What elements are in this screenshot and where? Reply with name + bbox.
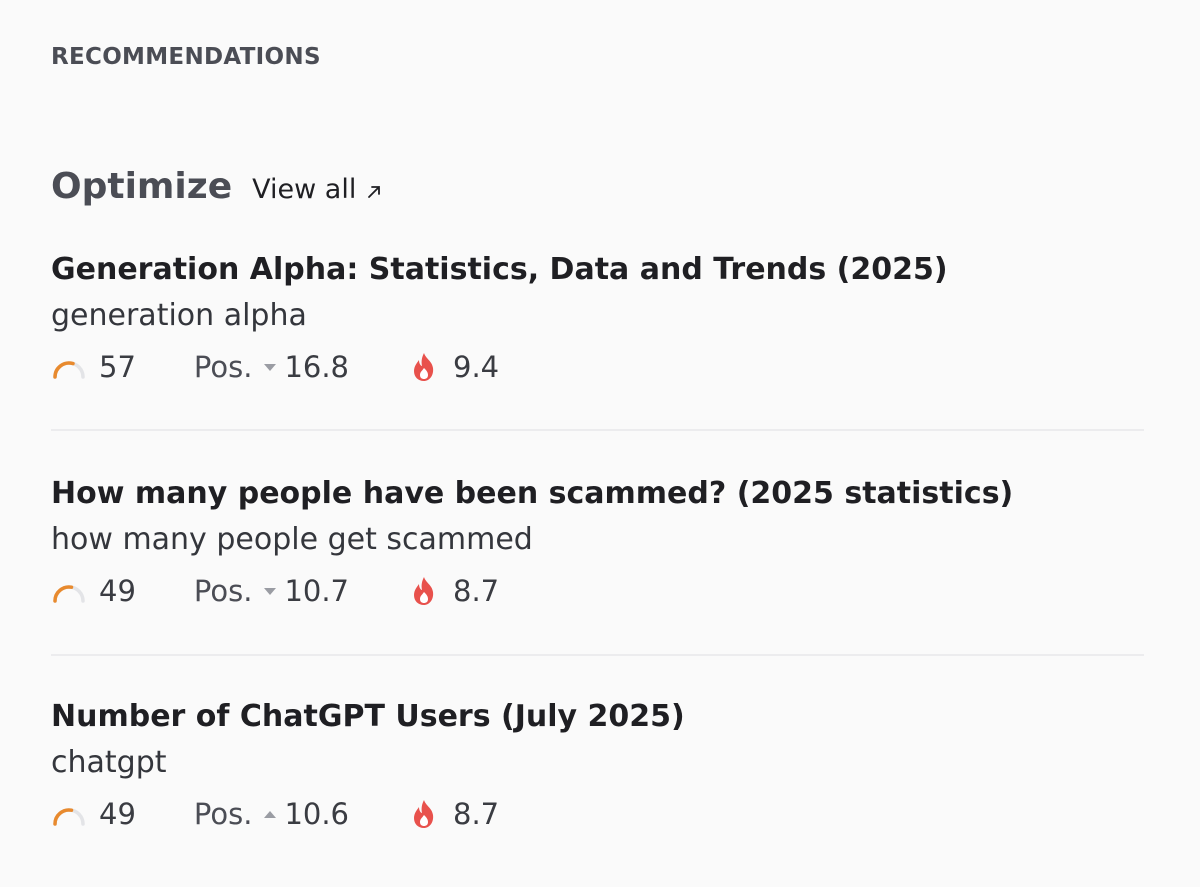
section-label: RECOMMENDATIONS — [51, 44, 321, 70]
traffic-metric: 9.4 — [409, 350, 499, 384]
divider — [51, 429, 1144, 431]
optimize-group-header: Optimize View all — [51, 166, 382, 207]
score-value: 57 — [99, 350, 136, 384]
traffic-value: 9.4 — [453, 350, 500, 384]
recommendation-keyword: chatgpt — [51, 745, 167, 780]
recommendation-title[interactable]: Generation Alpha: Statistics, Data and T… — [51, 252, 1144, 288]
recommendation-metrics: 49 Pos. 10.7 8.7 — [51, 574, 1144, 608]
recommendation-title[interactable]: How many people have been scammed? (2025… — [51, 476, 1144, 512]
position-label: Pos. — [193, 797, 253, 831]
recommendation-item[interactable]: Number of ChatGPT Users (July 2025) chat… — [51, 699, 1144, 831]
position-value: 10.7 — [284, 574, 350, 608]
gauge-icon — [53, 585, 85, 603]
caret-down-icon — [264, 364, 277, 371]
group-title: Optimize — [51, 166, 233, 207]
gauge-icon — [53, 808, 85, 826]
view-all-link[interactable]: View all — [252, 174, 382, 205]
gauge-icon — [53, 361, 85, 379]
position-value: 16.8 — [284, 350, 350, 384]
recommendation-title[interactable]: Number of ChatGPT Users (July 2025) — [51, 699, 1144, 735]
flame-icon — [414, 353, 434, 381]
recommendation-keyword: generation alpha — [51, 298, 307, 333]
divider — [51, 654, 1144, 656]
recommendation-item[interactable]: How many people have been scammed? (2025… — [51, 476, 1144, 608]
position-value: 10.6 — [284, 797, 350, 831]
traffic-value: 8.7 — [453, 574, 500, 608]
caret-down-icon — [264, 588, 277, 595]
flame-icon — [414, 800, 434, 828]
position-label: Pos. — [193, 574, 253, 608]
score-metric: 49 — [51, 797, 136, 831]
recommendation-metrics: 57 Pos. 16.8 9.4 — [51, 350, 1144, 384]
traffic-metric: 8.7 — [409, 574, 499, 608]
position-metric: Pos. 10.7 — [194, 574, 349, 608]
score-metric: 49 — [51, 574, 136, 608]
traffic-value: 8.7 — [453, 797, 500, 831]
flame-icon — [414, 577, 434, 605]
position-metric: Pos. 16.8 — [194, 350, 349, 384]
recommendation-metrics: 49 Pos. 10.6 8.7 — [51, 797, 1144, 831]
recommendation-keyword: how many people get scammed — [51, 522, 533, 557]
external-arrow-icon — [368, 185, 381, 198]
caret-up-icon — [264, 811, 277, 818]
recommendation-item[interactable]: Generation Alpha: Statistics, Data and T… — [51, 252, 1144, 384]
traffic-metric: 8.7 — [409, 797, 499, 831]
recommendations-panel: RECOMMENDATIONS Optimize View all Genera… — [0, 0, 1200, 887]
position-label: Pos. — [193, 350, 253, 384]
score-value: 49 — [99, 574, 136, 608]
position-metric: Pos. 10.6 — [194, 797, 349, 831]
score-metric: 57 — [51, 350, 136, 384]
view-all-label: View all — [252, 174, 357, 205]
score-value: 49 — [99, 797, 136, 831]
